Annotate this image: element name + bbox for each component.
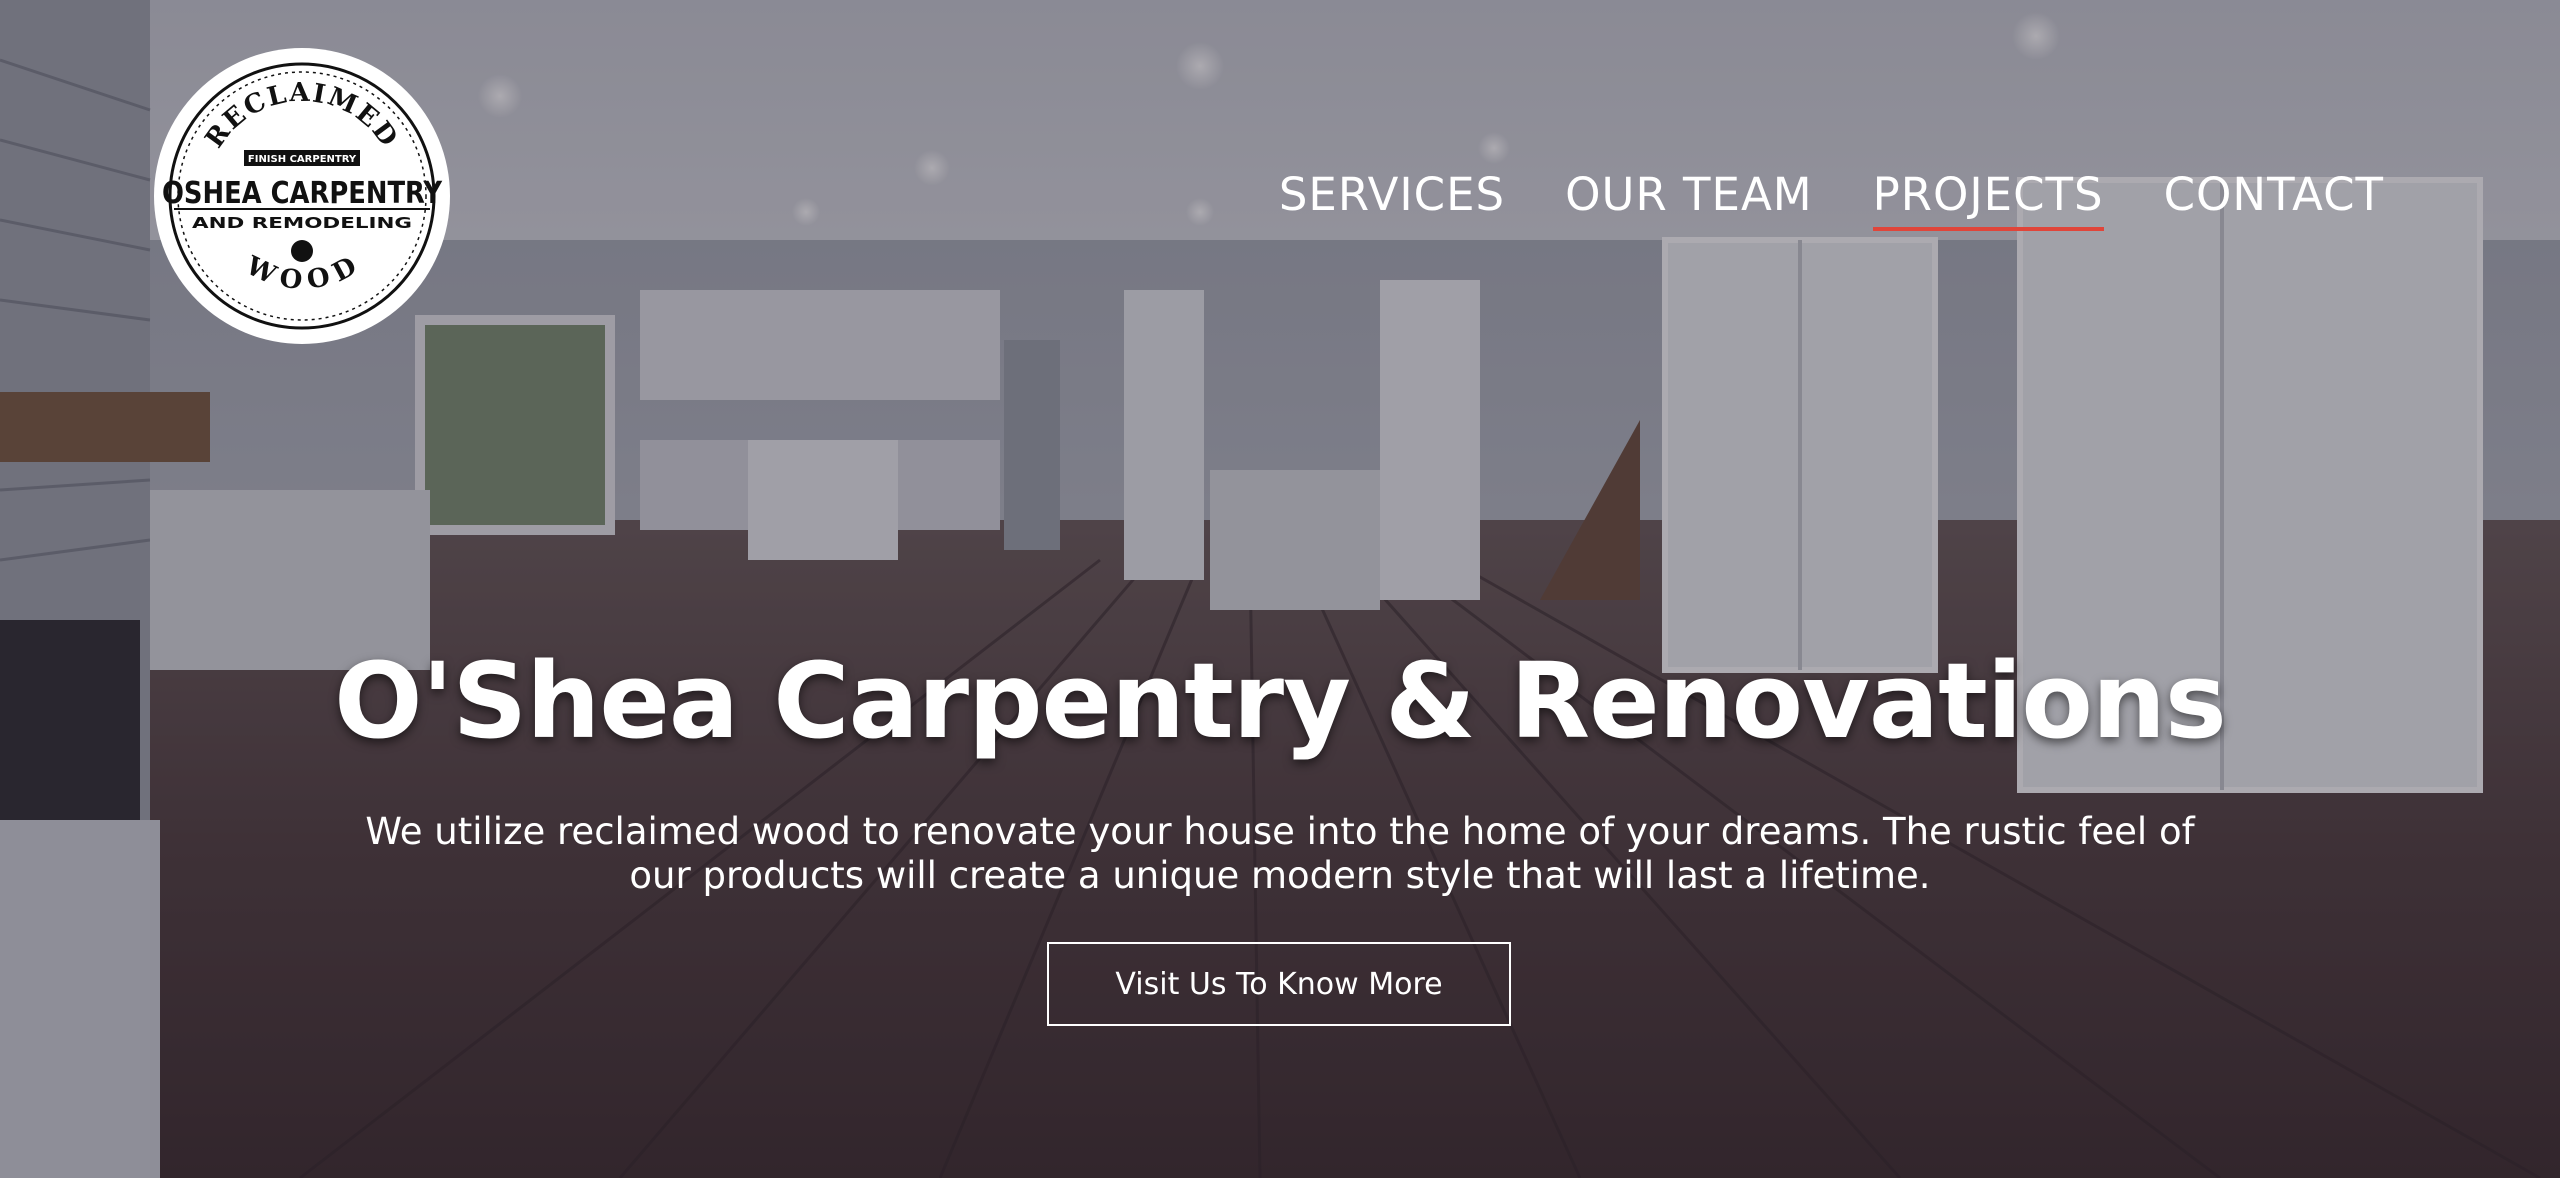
nav-link-projects[interactable]: PROJECTS <box>1872 168 2104 231</box>
hero-title: O'Shea Carpentry & Renovations <box>334 640 2227 762</box>
nav-link-contact[interactable]: CONTACT <box>2164 168 2384 231</box>
nav-link-services[interactable]: SERVICES <box>1279 168 1505 231</box>
logo-main-text: OSHEA CARPENTRY <box>162 176 442 211</box>
main-navigation: SERVICES OUR TEAM PROJECTS CONTACT <box>1279 168 2384 232</box>
nav-link-our-team[interactable]: OUR TEAM <box>1565 168 1812 231</box>
visit-us-button[interactable]: Visit Us To Know More <box>1047 942 1511 1026</box>
logo-badge-text: FINISH CARPENTRY <box>248 154 357 165</box>
hero-subtitle: We utilize reclaimed wood to renovate yo… <box>365 810 2195 897</box>
brand-logo[interactable]: RECLAIMED FINISH CARPENTRY OSHEA CARPENT… <box>152 46 452 346</box>
hero-section: RECLAIMED FINISH CARPENTRY OSHEA CARPENT… <box>0 0 2560 1178</box>
logo-sub-text: AND REMODELING <box>192 214 412 232</box>
